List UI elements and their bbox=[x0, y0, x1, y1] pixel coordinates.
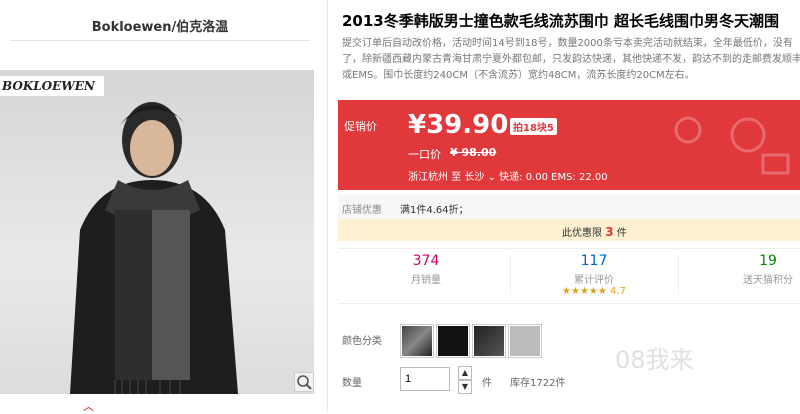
product-description: 提交订单后自动改价格，活动时间14号到18号，数量2000条亏本卖完活动就结束，… bbox=[342, 38, 800, 81]
stats-bar: 374 月销量 117 累计评价 ★★★★★ 4.7 19 送天猫积分 bbox=[338, 248, 800, 304]
star-icon: ★★★★★ bbox=[562, 286, 607, 297]
orig-price-label: 一口价 bbox=[408, 148, 441, 161]
quantity-unit: 件 bbox=[482, 378, 492, 389]
product-photo[interactable]: BOKLOEWEN bbox=[0, 70, 314, 394]
product-title: 2013冬季韩版男士撞色款毛线流苏围巾 超长毛线围巾男冬天潮围 bbox=[342, 12, 779, 30]
monthly-sales-value: 374 bbox=[412, 253, 440, 269]
divider bbox=[327, 0, 328, 411]
shipping-info: 浙江杭州 至 长沙 ⌄ 快递: 0.00 EMS: 22.00 bbox=[408, 168, 608, 183]
color-swatch[interactable] bbox=[472, 324, 506, 358]
chevron-down-icon: ⌄ bbox=[487, 172, 496, 183]
ship-from: 浙江杭州 bbox=[408, 172, 448, 183]
shop-deal-label: 店铺优惠 bbox=[342, 205, 382, 216]
shop-title[interactable]: Bokloewen/伯克洛温 bbox=[10, 16, 310, 35]
points-value: 19 bbox=[759, 253, 777, 269]
reviews-label: 累计评价 bbox=[574, 275, 614, 286]
price-box: 促销价 ¥39.90 拍18块5 一口价 ¥ 98.00 浙江杭州 至 长沙 ⌄… bbox=[338, 100, 800, 190]
rating-value: 4.7 bbox=[610, 286, 626, 297]
quantity-stepper[interactable]: ▲ ▼ bbox=[458, 366, 472, 394]
points: 19 送天猫积分 bbox=[708, 253, 800, 286]
increment-button[interactable]: ▲ bbox=[458, 366, 472, 380]
promo-label: 促销价 bbox=[344, 120, 377, 133]
monthly-sales: 374 月销量 bbox=[366, 253, 486, 286]
monthly-sales-label: 月销量 bbox=[411, 275, 441, 286]
color-label: 颜色分类 bbox=[342, 336, 382, 347]
divider bbox=[678, 255, 679, 295]
quantity-input[interactable] bbox=[400, 367, 450, 391]
zoom-icon[interactable] bbox=[294, 372, 314, 392]
reviews-value: 117 bbox=[580, 253, 608, 269]
current-price: ¥39.90 bbox=[408, 110, 509, 140]
rating-stars: ★★★★★ 4.7 bbox=[534, 286, 654, 297]
limit-prefix: 此优惠限 bbox=[562, 228, 602, 239]
limit-banner: 此优惠限 3 件 bbox=[338, 219, 800, 241]
divider bbox=[10, 40, 310, 41]
chevron-up-icon[interactable]: ︿ bbox=[83, 398, 94, 414]
model-silhouette bbox=[70, 102, 238, 394]
quantity-label: 数量 bbox=[342, 378, 362, 389]
discount-badge: 拍18块5 bbox=[510, 118, 557, 135]
points-label: 送天猫积分 bbox=[743, 275, 793, 286]
ship-fees: 快递: 0.00 EMS: 22.00 bbox=[499, 172, 608, 183]
shop-deal: 店铺优惠 满1件4.64折； bbox=[338, 195, 800, 219]
decorative-icon bbox=[674, 116, 790, 175]
ship-to-dropdown[interactable]: 长沙 ⌄ bbox=[464, 172, 496, 183]
product-detail: 2013冬季韩版男士撞色款毛线流苏围巾 超长毛线围巾男冬天潮围 提交订单后自动改… bbox=[338, 0, 800, 411]
color-swatch[interactable] bbox=[400, 324, 434, 358]
orig-price: ¥ 98.00 bbox=[450, 146, 497, 159]
limit-count: 3 bbox=[605, 225, 614, 239]
color-swatch[interactable] bbox=[508, 324, 542, 358]
gallery: Bokloewen/伯克洛温 BOKLOEWEN ︿ bbox=[0, 0, 320, 414]
limit-suffix: 件 bbox=[616, 228, 627, 239]
reviews[interactable]: 117 累计评价 ★★★★★ 4.7 bbox=[534, 253, 654, 297]
shop-deal-value: 满1件4.64折； bbox=[400, 205, 469, 216]
ship-to-label: 至 bbox=[451, 172, 462, 183]
color-swatch[interactable] bbox=[436, 324, 470, 358]
decrement-button[interactable]: ▼ bbox=[458, 380, 472, 394]
divider bbox=[510, 255, 511, 295]
stock-count: 库存1722件 bbox=[510, 378, 566, 389]
watermark: 08我来 bbox=[615, 346, 694, 374]
